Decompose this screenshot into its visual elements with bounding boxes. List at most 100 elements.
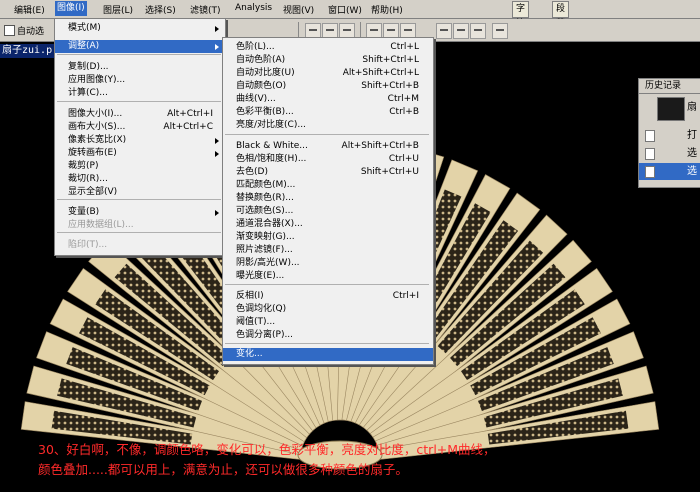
adjust-menu-item[interactable]: 替换颜色(R)...	[223, 192, 433, 205]
image-menu-item[interactable]: 画布大小(S)... Alt+Ctrl+C	[55, 121, 225, 134]
adjust-menu-item[interactable]: 变化...	[223, 348, 433, 361]
adjust-menu-item[interactable]: 亮度/对比度(C)...	[223, 119, 433, 132]
menu-separator	[225, 284, 429, 285]
menu-item-label: 曲线(V)...	[236, 94, 276, 104]
menu-item-label: 陷印(T)...	[68, 240, 108, 250]
distribute-center-icon[interactable]	[453, 23, 469, 39]
image-menu-item[interactable]: 裁剪(P)	[55, 160, 225, 173]
adjust-menu-item[interactable]: 色阶(L)... Ctrl+L	[223, 41, 433, 54]
image-menu-item[interactable]: 调整(A)	[55, 40, 225, 53]
menu-item-label: 色彩平衡(B)...	[236, 107, 294, 117]
menu-separator	[225, 134, 429, 135]
menu-layer[interactable]: 图层(L)	[103, 3, 133, 16]
history-item-label: 打	[687, 130, 697, 141]
adjust-menu-item[interactable]: 自动颜色(O) Shift+Ctrl+B	[223, 80, 433, 93]
menu-item-label: 变化...	[236, 349, 263, 359]
toolbar-divider	[298, 22, 299, 38]
adjust-menu-item[interactable]: 渐变映射(G)...	[223, 231, 433, 244]
adjust-menu-item[interactable]: 阴影/高光(W)...	[223, 257, 433, 270]
adjust-menu-item[interactable]: 阈值(T)...	[223, 316, 433, 329]
menu-item-label: 变量(B)	[68, 207, 100, 217]
menu-item-shortcut: Ctrl+I	[392, 291, 419, 301]
menu-view[interactable]: 视图(V)	[283, 3, 314, 16]
adjust-menu-item[interactable]: 通道混合器(X)...	[223, 218, 433, 231]
menu-filter[interactable]: 滤镜(T)	[190, 3, 221, 16]
tab-character[interactable]: 字符	[512, 1, 530, 29]
menu-item-label: 应用图像(Y)...	[68, 75, 126, 85]
menu-window[interactable]: 窗口(W)	[328, 3, 362, 16]
adjust-menu-item[interactable]: 自动色阶(A) Shift+Ctrl+L	[223, 54, 433, 67]
menu-analysis[interactable]: Analysis	[235, 3, 272, 13]
adjust-menu-item[interactable]: 可选颜色(S)...	[223, 205, 433, 218]
auto-align-icon[interactable]	[492, 23, 508, 39]
image-menu-item[interactable]: 像素长宽比(X)	[55, 134, 225, 147]
adjust-menu-item[interactable]: 色彩平衡(B)... Ctrl+B	[223, 106, 433, 119]
adjust-menu-item[interactable]: 色调均化(Q)	[223, 303, 433, 316]
image-menu-item[interactable]: 旋转画布(E)	[55, 147, 225, 160]
history-state-icon	[645, 166, 655, 178]
menu-item-label: 色相/饱和度(H)...	[236, 154, 307, 164]
history-snapshot[interactable]: 扇	[639, 95, 700, 123]
menu-select[interactable]: 选择(S)	[145, 3, 176, 16]
menu-item-shortcut: Alt+Ctrl+I	[167, 109, 213, 119]
menu-item-label: 反相(I)	[236, 291, 264, 301]
auto-select-label: 自动选	[17, 27, 45, 37]
adjust-menu-item[interactable]: 色调分离(P)...	[223, 329, 433, 342]
adjust-menu-item[interactable]: 反相(I) Ctrl+I	[223, 290, 433, 303]
image-menu-item[interactable]: 显示全部(V)	[55, 186, 225, 199]
menu-item-label: 渐变映射(G)...	[236, 232, 295, 242]
adjust-menu-item[interactable]: 曲线(V)... Ctrl+M	[223, 93, 433, 106]
menu-item-label: 去色(D)	[236, 167, 268, 177]
menu-item-label: 阴影/高光(W)...	[236, 258, 300, 268]
adjust-menu-item[interactable]: 自动对比度(U) Alt+Shift+Ctrl+L	[223, 67, 433, 80]
menu-item-label: 计算(C)...	[68, 88, 108, 98]
tab-paragraph[interactable]: 段落	[552, 1, 570, 29]
image-menu-item[interactable]: 裁切(R)...	[55, 173, 225, 186]
menu-item-label: 自动颜色(O)	[236, 81, 287, 91]
image-menu-item[interactable]: 计算(C)...	[55, 87, 225, 100]
menu-separator	[57, 199, 221, 200]
history-item[interactable]: 选	[639, 145, 700, 162]
adjust-menu-item[interactable]: 匹配颜色(M)...	[223, 179, 433, 192]
toolbar-divider	[360, 22, 361, 38]
adjust-menu-item[interactable]: 去色(D) Shift+Ctrl+U	[223, 166, 433, 179]
menu-item-label: 色调均化(Q)	[236, 304, 287, 314]
menu-separator	[57, 54, 221, 55]
submenu-arrow-icon	[215, 26, 219, 32]
adjust-menu-item[interactable]: 曝光度(E)...	[223, 270, 433, 283]
history-item-label: 选	[687, 148, 697, 159]
image-menu-item[interactable]: 变量(B)	[55, 206, 225, 219]
image-menu-item[interactable]: 图像大小(I)... Alt+Ctrl+I	[55, 108, 225, 121]
menu-separator	[57, 232, 221, 233]
submenu-arrow-icon	[215, 210, 219, 216]
menu-item-label: 裁剪(P)	[68, 161, 99, 171]
menu-edit[interactable]: 编辑(E)	[14, 3, 45, 16]
image-menu-item[interactable]: 应用数据组(L)...	[55, 219, 225, 232]
history-item[interactable]: 打	[639, 127, 700, 144]
history-item-active[interactable]: 选	[639, 163, 700, 180]
menu-item-label: 可选颜色(S)...	[236, 206, 294, 216]
history-title: 历史记录	[639, 79, 700, 94]
image-menu-item[interactable]: 陷印(T)...	[55, 239, 225, 252]
menu-item-label: 匹配颜色(M)...	[236, 180, 296, 190]
image-menu-item[interactable]: 模式(M)	[55, 22, 225, 35]
menu-help[interactable]: 帮助(H)	[371, 3, 403, 16]
image-menu-item[interactable]: 复制(D)...	[55, 61, 225, 74]
adjust-menu-item[interactable]: 照片滤镜(F)...	[223, 244, 433, 257]
distribute-left-icon[interactable]	[436, 23, 452, 39]
image-menu-item[interactable]: 应用图像(Y)...	[55, 74, 225, 87]
history-state-icon	[645, 130, 655, 142]
history-state-icon	[645, 148, 655, 160]
snapshot-thumbnail	[657, 97, 685, 121]
distribute-right-icon[interactable]	[470, 23, 486, 39]
menu-item-shortcut: Alt+Shift+Ctrl+B	[341, 141, 419, 151]
menu-image[interactable]: 图像(I)	[55, 1, 87, 16]
adjust-menu-item[interactable]: Black & White... Alt+Shift+Ctrl+B	[223, 140, 433, 153]
auto-select-checkbox[interactable]	[4, 25, 15, 36]
submenu-arrow-icon	[215, 138, 219, 144]
menu-item-label: 复制(D)...	[68, 62, 109, 72]
snapshot-label: 扇	[687, 102, 697, 113]
menubar: 编辑(E) 图像(I) 图层(L) 选择(S) 滤镜(T) Analysis 视…	[0, 0, 700, 29]
adjust-menu-item[interactable]: 色相/饱和度(H)... Ctrl+U	[223, 153, 433, 166]
menu-item-label: 曝光度(E)...	[236, 271, 285, 281]
